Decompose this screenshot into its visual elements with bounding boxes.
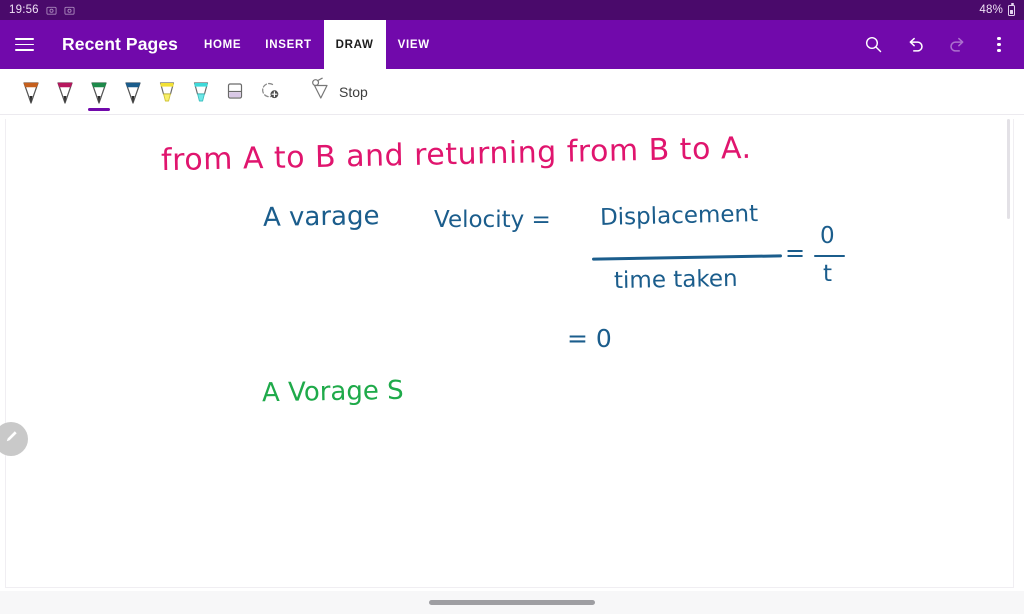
ink-fraction2-denominator: t — [823, 261, 833, 287]
battery-percent-label: 48% — [979, 4, 1003, 16]
status-bar-right: 48% — [979, 2, 1015, 16]
pencil-icon — [3, 428, 20, 450]
tab-home[interactable]: HOME — [192, 20, 253, 69]
ink-fraction2-numerator: 0 — [820, 223, 835, 249]
ink-fraction-numerator: Displacement — [599, 201, 759, 231]
pen-magenta-tool[interactable] — [48, 69, 82, 114]
app-root: 19:56 48% Recent Pages HOME INSERT DRAW … — [0, 0, 1024, 614]
pen-orange-tool[interactable] — [14, 69, 48, 114]
highlighter-cyan-tool[interactable] — [184, 69, 218, 114]
draw-toolbar: Stop — [0, 69, 1024, 114]
ink-equals-2: = — [785, 239, 806, 267]
pen-blue-tool[interactable] — [116, 69, 150, 114]
note-canvas[interactable]: from A to B and returning from B to A. A… — [0, 114, 1024, 591]
status-clock: 19:56 — [9, 4, 39, 16]
home-gesture-pill[interactable] — [429, 600, 595, 605]
page-title: Recent Pages — [62, 34, 178, 54]
ribbon-tabs: HOME INSERT DRAW VIEW — [192, 20, 442, 69]
ink-fraction-denominator: time taken — [613, 265, 738, 295]
screenshot-indicator-icon — [64, 5, 75, 16]
status-bar-left: 19:56 — [9, 4, 75, 16]
app-bar-actions — [854, 20, 1024, 69]
tab-draw[interactable]: DRAW — [323, 20, 386, 69]
tab-insert[interactable]: INSERT — [253, 20, 323, 69]
tab-view[interactable]: VIEW — [386, 20, 442, 69]
note-page[interactable]: from A to B and returning from B to A. A… — [0, 119, 1014, 588]
ink-fraction-bar — [591, 254, 783, 261]
hamburger-menu-icon[interactable] — [2, 20, 46, 69]
redo-icon[interactable] — [938, 20, 976, 69]
eraser-tool[interactable] — [218, 69, 252, 114]
ink-line-4: A Vorage S — [261, 375, 404, 409]
ink-line-3: = 0 — [567, 324, 612, 353]
stop-ink-icon — [310, 76, 332, 107]
ink-avarage: A varage — [262, 201, 380, 233]
pencil-fab-button[interactable] — [0, 422, 28, 456]
vertical-scrollbar[interactable] — [1007, 119, 1010, 219]
pen-green-tool[interactable] — [82, 69, 116, 114]
stop-ink-button[interactable]: Stop — [310, 69, 376, 114]
status-bar: 19:56 48% — [0, 0, 1024, 20]
ink-line-1: from A to B and returning from B to A. — [160, 130, 752, 179]
app-bar: Recent Pages HOME INSERT DRAW VIEW — [0, 20, 1024, 69]
overflow-menu-icon[interactable] — [980, 20, 1018, 69]
stop-ink-label: Stop — [339, 83, 368, 100]
screenshot-indicator-icon — [46, 5, 57, 16]
ink-fraction2-bar — [814, 255, 845, 258]
system-navigation-bar — [0, 591, 1024, 614]
battery-icon — [1008, 2, 1015, 16]
highlighter-yellow-tool[interactable] — [150, 69, 184, 114]
ink-velocity-equals: Velocity = — [434, 207, 551, 233]
add-pen-tool[interactable] — [252, 69, 286, 114]
search-icon[interactable] — [854, 20, 892, 69]
undo-icon[interactable] — [896, 20, 934, 69]
